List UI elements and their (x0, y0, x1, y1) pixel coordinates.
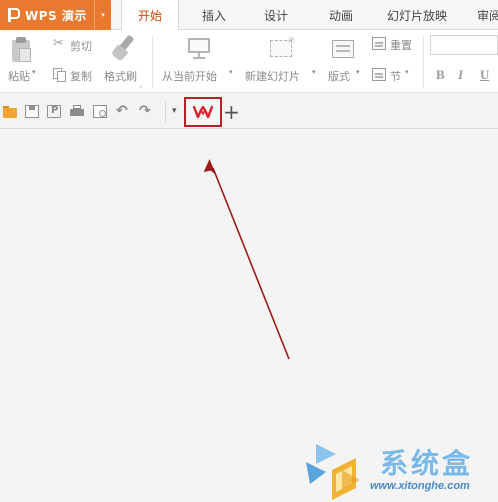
toolbar-separator (165, 102, 166, 122)
scissors-icon: ✂ (53, 36, 64, 51)
underline-button[interactable]: U (480, 67, 489, 83)
ribbon-separator (423, 36, 424, 88)
undo-icon[interactable]: ↶ (116, 104, 130, 118)
format-painter-label: 格式刷 (104, 70, 137, 83)
ribbon: 粘贴 ▾ ✂ 剪切 复制 格式刷 ⌟ 从当前开始 ▾ ✳ 新建幻灯片 ▾ 版式 … (0, 30, 498, 93)
watermark-logo: 系统盒 www.xitonghe.com (302, 440, 498, 502)
paste-caret-icon[interactable]: ▾ (32, 68, 36, 76)
new-slide-caret-icon[interactable]: ▾ (312, 68, 316, 76)
layout-label: 版式 (328, 70, 350, 83)
paste-icon (11, 37, 31, 63)
font-name-input[interactable] (430, 35, 498, 55)
tab-bar: WPS 演示 ▾ 开始 插入 设计 动画 幻灯片放映 审阅 (0, 0, 498, 31)
watermark-url: www.xitonghe.com (370, 480, 470, 492)
open-folder-icon[interactable] (3, 105, 17, 118)
bold-button[interactable]: B (436, 67, 445, 83)
from-current-slide-label: 从当前开始 (162, 70, 217, 83)
clipboard-launcher-icon[interactable]: ⌟ (139, 82, 142, 89)
format-painter-icon (110, 34, 137, 62)
tab-home[interactable]: 开始 (121, 0, 179, 31)
reset-icon (372, 37, 386, 50)
copy-label: 复制 (70, 70, 92, 83)
app-title: WPS 演示 (25, 8, 87, 23)
ribbon-separator (152, 36, 153, 88)
from-current-caret-icon[interactable]: ▾ (229, 68, 233, 76)
tab-review[interactable]: 审阅 (469, 0, 498, 30)
watermark-cube-icon (306, 444, 360, 500)
section-caret-icon[interactable]: ▾ (405, 68, 409, 76)
export-pdf-icon[interactable] (47, 105, 61, 118)
italic-button[interactable]: I (458, 67, 463, 83)
customize-toolbar-caret-icon[interactable]: ▾ (172, 106, 177, 116)
layout-icon (332, 38, 356, 60)
paste-label: 粘贴 (8, 70, 30, 83)
new-tab-plus-icon[interactable]: + (223, 100, 240, 124)
layout-caret-icon[interactable]: ▾ (356, 68, 360, 76)
app-menu-button[interactable]: WPS 演示 ▾ (0, 0, 111, 30)
section-icon (372, 68, 386, 81)
copy-icon (53, 68, 66, 82)
new-slide-icon: ✳ (270, 34, 296, 59)
quick-access-toolbar: ↶ ↷ ▾ (0, 93, 498, 129)
slideshow-screen-icon (186, 36, 212, 60)
section-label: 节 (390, 70, 401, 83)
wps-document-tab[interactable] (184, 97, 222, 127)
redo-icon[interactable]: ↷ (139, 104, 153, 118)
app-menu-caret-icon[interactable]: ▾ (94, 0, 111, 30)
tab-design[interactable]: 设计 (251, 0, 301, 30)
wps-presentation-logo-icon (7, 7, 21, 23)
wps-logo-icon (193, 105, 213, 119)
tab-animation[interactable]: 动画 (316, 0, 366, 30)
new-slide-label: 新建幻灯片 (245, 70, 300, 83)
print-preview-icon[interactable] (93, 105, 107, 118)
cut-label: 剪切 (70, 40, 92, 53)
save-icon[interactable] (25, 105, 39, 118)
tab-insert[interactable]: 插入 (189, 0, 239, 30)
tab-slideshow[interactable]: 幻灯片放映 (379, 0, 455, 30)
print-icon[interactable] (70, 105, 84, 118)
watermark-text: 系统盒 (380, 447, 474, 480)
reset-label: 重置 (390, 39, 412, 52)
